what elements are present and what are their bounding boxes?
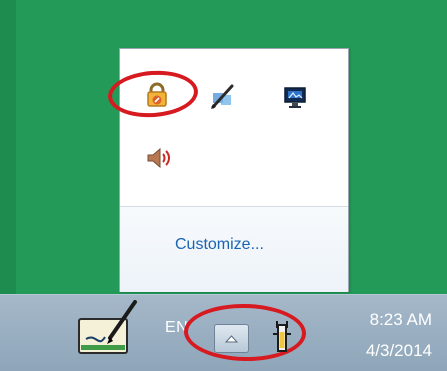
clock-time: 8:23 AM: [369, 310, 432, 329]
show-hidden-icons-button[interactable]: [214, 324, 249, 353]
monitor-icon[interactable]: [281, 83, 309, 111]
lock-icon[interactable]: [143, 81, 171, 109]
customize-link[interactable]: Customize...: [175, 235, 264, 255]
chevron-up-icon: [224, 335, 239, 343]
clock-date: 4/3/2014: [365, 341, 432, 360]
power-icon[interactable]: [268, 317, 298, 359]
hidden-icons-area: [120, 49, 348, 206]
customize-section: Customize...: [120, 206, 348, 292]
taskbar-clock[interactable]: 8:23 AM 4/3/2014: [336, 302, 432, 364]
pen-network-icon[interactable]: [208, 83, 236, 111]
notification-area-popup: Customize...: [119, 48, 349, 292]
input-language-indicator[interactable]: EN: [165, 319, 188, 337]
desktop: Customize... EN 8:23 AM 4/3/2014: [0, 0, 447, 371]
pen-tablet-icon[interactable]: [72, 296, 142, 358]
speaker-icon[interactable]: [143, 144, 171, 172]
